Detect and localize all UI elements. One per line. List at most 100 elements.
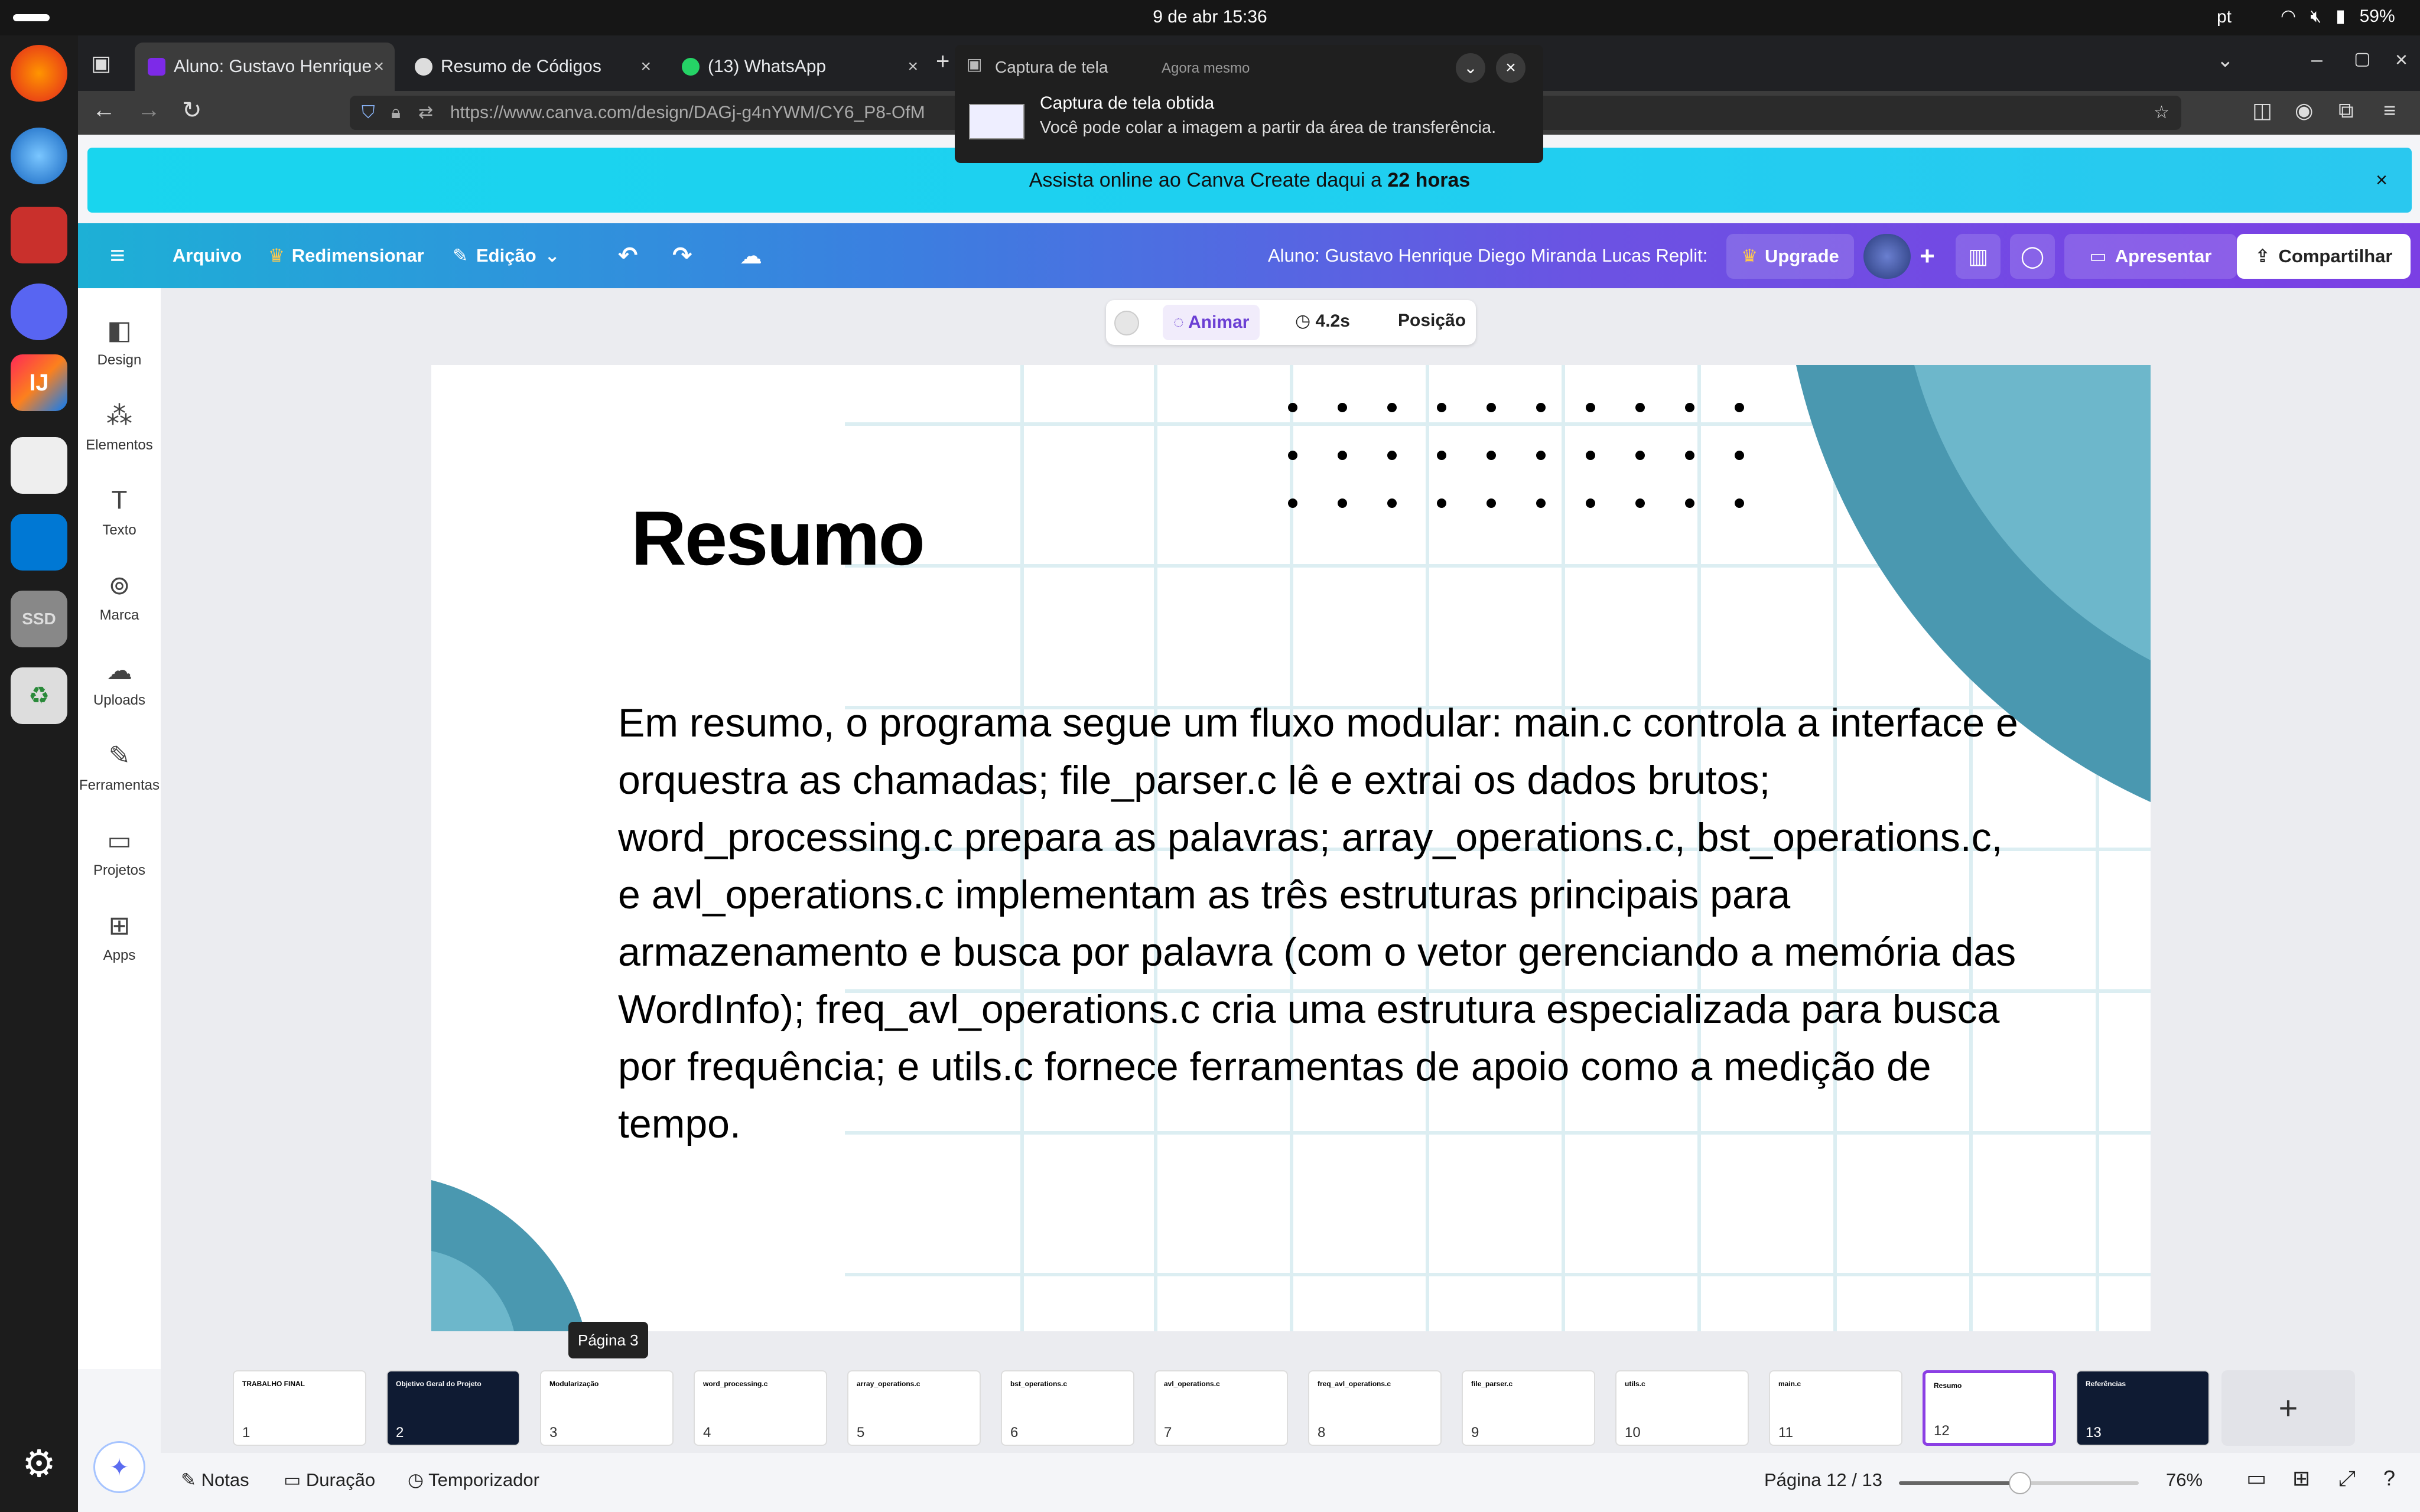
maximize-window-icon[interactable]: ▢: [2354, 48, 2370, 69]
tab-overview-icon[interactable]: ▣: [91, 51, 111, 76]
extensions-icon[interactable]: ⧉: [2338, 98, 2354, 123]
add-collaborator-icon[interactable]: +: [1911, 234, 1944, 279]
list-tabs-icon[interactable]: ⌄: [2217, 48, 2234, 72]
page-thumbnail[interactable]: Objetivo Geral do Projeto 2: [386, 1370, 520, 1446]
back-icon[interactable]: ←: [92, 97, 116, 123]
redo-icon[interactable]: ↷: [672, 223, 692, 288]
duration-button[interactable]: ◷ 4.2s: [1295, 311, 1350, 331]
document-title[interactable]: Aluno: Gustavo Henrique Diego Miranda Lu…: [1268, 223, 1707, 288]
close-tab-icon[interactable]: ×: [908, 57, 918, 77]
tab-canva-aluno[interactable]: Aluno: Gustavo Henrique ×: [135, 43, 395, 91]
rail-tools[interactable]: ✎ Ferramentas: [78, 741, 161, 794]
duration-footer-button[interactable]: ▭ Duração: [284, 1469, 375, 1491]
trash-icon[interactable]: ♻: [11, 667, 67, 724]
cloud-save-icon[interactable]: ☁: [740, 223, 762, 288]
rail-uploads[interactable]: ☁ Uploads: [78, 656, 161, 709]
page-thumbnail[interactable]: word_processing.c 4: [694, 1370, 827, 1446]
files-icon[interactable]: [11, 207, 67, 263]
page-view-icon[interactable]: ▭: [2246, 1466, 2266, 1491]
timer-button[interactable]: ◷ Temporizador: [408, 1469, 539, 1491]
document-viewer-icon[interactable]: [11, 437, 67, 494]
page-thumbnail[interactable]: TRABALHO FINAL 1: [233, 1370, 366, 1446]
close-tab-icon[interactable]: ×: [640, 57, 651, 77]
intellij-icon[interactable]: IJ: [11, 354, 67, 411]
page-thumbnail[interactable]: file_parser.c 9: [1462, 1370, 1595, 1446]
zoom-level[interactable]: 76%: [2166, 1469, 2203, 1491]
file-menu-button[interactable]: Arquivo: [173, 223, 242, 288]
zoom-slider[interactable]: [1899, 1472, 2139, 1494]
page-thumbnail-selected[interactable]: Resumo 12: [1923, 1370, 2056, 1446]
banner-text: Assista online ao Canva Create daqui a: [1029, 168, 1388, 191]
close-notification-icon[interactable]: ×: [1496, 53, 1525, 83]
animate-button[interactable]: ◌ Animar: [1163, 305, 1260, 340]
permissions-icon[interactable]: ⇄: [418, 96, 433, 130]
undo-icon[interactable]: ↶: [618, 223, 638, 288]
tracking-shield-icon[interactable]: ⛉: [362, 96, 375, 130]
color-swatch[interactable]: [1114, 311, 1139, 335]
magic-assistant-icon[interactable]: ✦: [93, 1441, 145, 1493]
page-thumbnail[interactable]: Modularização 3: [540, 1370, 674, 1446]
tab-whatsapp[interactable]: (13) WhatsApp ×: [669, 43, 929, 91]
shapes-icon: ⁂: [106, 401, 132, 430]
reload-icon[interactable]: ↻: [182, 97, 202, 124]
forward-icon[interactable]: →: [137, 97, 161, 123]
page-thumbnail[interactable]: bst_operations.c 6: [1001, 1370, 1134, 1446]
help-icon[interactable]: ?: [2383, 1466, 2395, 1491]
bookmark-star-icon[interactable]: ☆: [2154, 96, 2169, 130]
apps-grid-icon: ⊞: [108, 911, 131, 940]
slide-canvas[interactable]: Resumo Em resumo, o programa segue um fl…: [431, 365, 2151, 1331]
insights-chart-icon[interactable]: ▥: [1956, 234, 2001, 279]
page-thumbnail[interactable]: avl_operations.c 7: [1154, 1370, 1288, 1446]
slide-title[interactable]: Resumo: [631, 494, 925, 582]
fullscreen-icon[interactable]: ⤢: [2338, 1466, 2356, 1491]
zoom-slider-handle[interactable]: [2009, 1472, 2031, 1494]
discord-icon[interactable]: [11, 284, 67, 340]
main-menu-icon[interactable]: ≡: [110, 223, 125, 288]
pocket-icon[interactable]: ◫: [2252, 98, 2272, 123]
page-indicator[interactable]: Página 12 / 13: [1764, 1469, 1882, 1491]
thunderbird-icon[interactable]: [11, 128, 67, 184]
rail-projects[interactable]: ▭ Projetos: [78, 826, 161, 879]
system-tray[interactable]: ◠ 🔇︎ ▮ 59%: [2281, 6, 2395, 27]
new-tab-button[interactable]: +: [936, 48, 949, 75]
keyboard-language[interactable]: pt: [2217, 7, 2232, 27]
page-thumbnail[interactable]: main.c 11: [1769, 1370, 1902, 1446]
account-icon[interactable]: ◉: [2295, 98, 2313, 123]
present-button[interactable]: ▭ Apresentar: [2064, 234, 2237, 279]
position-button[interactable]: Posição: [1398, 311, 1466, 331]
expand-notification-icon[interactable]: ⌄: [1456, 53, 1485, 83]
add-page-button[interactable]: +: [2221, 1370, 2355, 1446]
page-thumbnail[interactable]: freq_avl_operations.c 8: [1308, 1370, 1442, 1446]
tab-resumo-codigos[interactable]: Resumo de Códigos ×: [402, 43, 662, 91]
upgrade-button[interactable]: ♛ Upgrade: [1726, 234, 1854, 279]
grid-view-icon[interactable]: ⊞: [2292, 1466, 2310, 1491]
page-thumbnail[interactable]: utils.c 10: [1615, 1370, 1749, 1446]
user-avatar[interactable]: [1863, 234, 1911, 279]
app-menu-icon[interactable]: ≡: [2383, 98, 2396, 123]
lock-icon[interactable]: 🔒︎: [391, 96, 401, 130]
vscode-icon[interactable]: [11, 514, 67, 571]
ssd-drive-icon[interactable]: SSD: [11, 591, 67, 647]
share-button[interactable]: ⇪ Compartilhar: [2237, 234, 2411, 279]
system-clock[interactable]: 9 de abr 15:36: [0, 7, 2420, 27]
firefox-icon[interactable]: [11, 45, 67, 102]
show-apps-icon[interactable]: ⚙: [11, 1435, 67, 1492]
text-t-icon: T: [111, 485, 128, 514]
close-tab-icon[interactable]: ×: [373, 57, 384, 77]
rail-apps[interactable]: ⊞ Apps: [78, 911, 161, 964]
rail-text[interactable]: T Texto: [78, 485, 161, 539]
slide-body-text[interactable]: Em resumo, o programa segue um fluxo mod…: [618, 695, 2036, 1153]
page-thumbnail[interactable]: array_operations.c 5: [847, 1370, 981, 1446]
close-banner-icon[interactable]: ×: [2366, 164, 2398, 196]
rail-brand[interactable]: ⊚ Marca: [78, 571, 161, 624]
page-thumbnail[interactable]: Referências 13: [2076, 1370, 2210, 1446]
screenshot-notification[interactable]: ▣ Captura de tela Agora mesmo ⌄ × Captur…: [955, 45, 1543, 163]
resize-button[interactable]: ♛ Redimensionar: [268, 223, 424, 288]
rail-design[interactable]: ◧ Design: [78, 315, 161, 369]
edit-mode-button[interactable]: ✎ Edição ⌄: [453, 223, 560, 288]
minimize-window-icon[interactable]: –: [2311, 48, 2323, 71]
comments-icon[interactable]: ◯: [2010, 234, 2055, 279]
notes-button[interactable]: ✎ Notas: [181, 1469, 249, 1491]
rail-elements[interactable]: ⁂ Elementos: [78, 400, 161, 454]
close-window-icon[interactable]: ×: [2395, 47, 2408, 72]
